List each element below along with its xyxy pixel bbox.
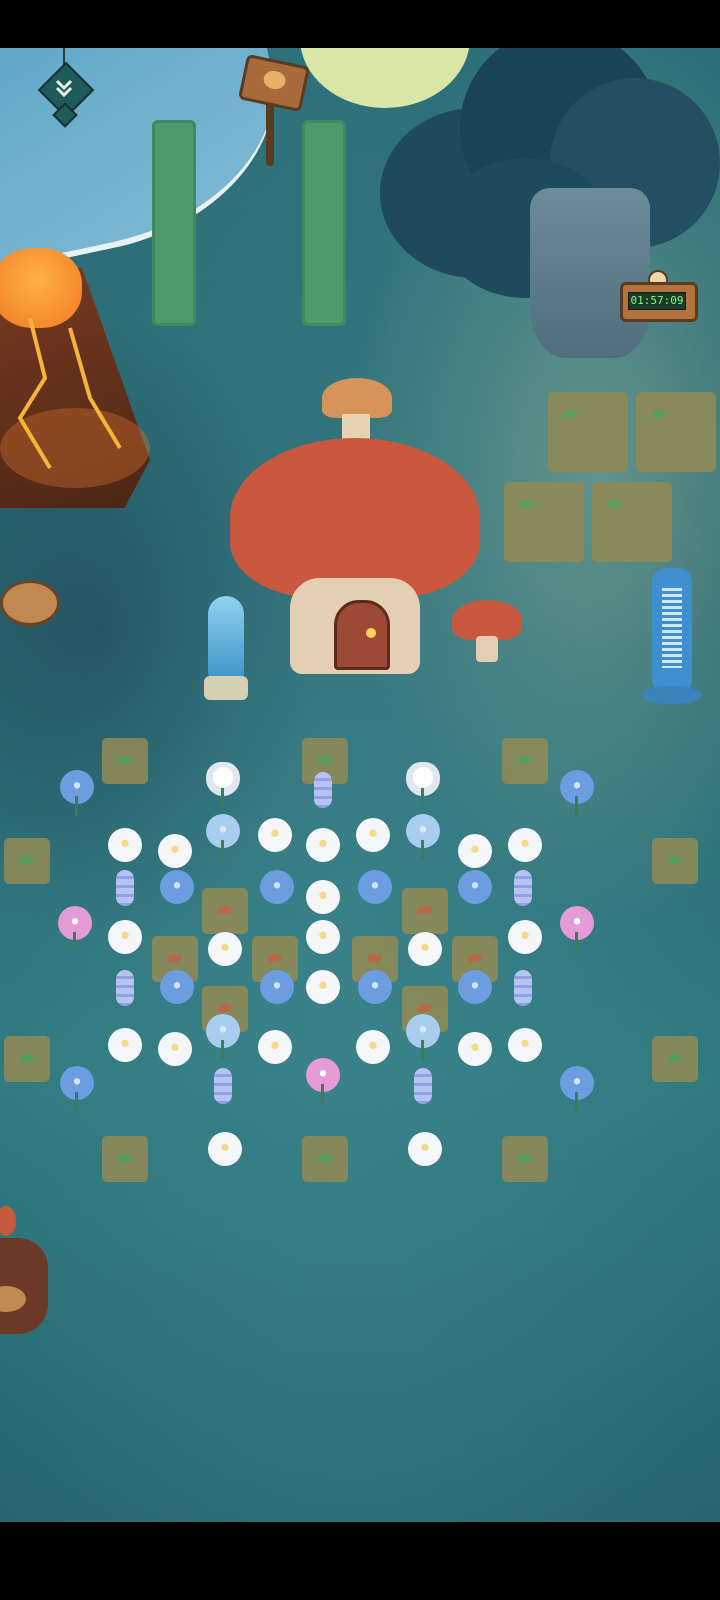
pumpkin-volcano[interactable] bbox=[0, 208, 150, 528]
white-flower[interactable] bbox=[258, 818, 292, 852]
hyacinth-flower[interactable] bbox=[514, 870, 532, 906]
soil-pad[interactable] bbox=[202, 888, 248, 934]
white-flower[interactable] bbox=[108, 828, 142, 862]
white-flower[interactable] bbox=[458, 1032, 492, 1066]
white-flower[interactable] bbox=[356, 818, 390, 852]
white-flower[interactable] bbox=[508, 828, 542, 862]
plot-square[interactable] bbox=[548, 392, 628, 472]
blue-rose-flower[interactable] bbox=[160, 970, 194, 1004]
white-flower[interactable] bbox=[108, 920, 142, 954]
pink-flower[interactable] bbox=[58, 906, 92, 952]
white-flower[interactable] bbox=[306, 880, 340, 914]
pink-flower[interactable] bbox=[306, 1058, 340, 1104]
small-mushroom[interactable] bbox=[452, 600, 522, 670]
timer-display: 01:57:09 bbox=[628, 292, 686, 310]
blue-rose-flower[interactable] bbox=[60, 770, 94, 816]
pumpkin-icon bbox=[0, 248, 82, 328]
white-flower[interactable] bbox=[458, 834, 492, 868]
hedge-right bbox=[302, 120, 346, 326]
soil-pad[interactable] bbox=[652, 838, 698, 884]
white-flower[interactable] bbox=[208, 1132, 242, 1166]
blue-rose-flower[interactable] bbox=[458, 870, 492, 904]
garden-scene[interactable]: 01:57:09 bbox=[0, 48, 720, 1522]
white-flower[interactable] bbox=[158, 834, 192, 868]
blue-rose-flower[interactable] bbox=[560, 770, 594, 816]
soil-pad[interactable] bbox=[302, 1136, 348, 1182]
white-flower[interactable] bbox=[306, 828, 340, 862]
pale-blue-flower[interactable] bbox=[206, 814, 240, 860]
hyacinth-flower[interactable] bbox=[116, 870, 134, 906]
hyacinth-flower[interactable] bbox=[314, 772, 332, 808]
soil-pad[interactable] bbox=[402, 888, 448, 934]
white-flower[interactable] bbox=[408, 932, 442, 966]
navigation-bar bbox=[0, 1522, 720, 1600]
soil-pad[interactable] bbox=[4, 838, 50, 884]
white-tulip-flower[interactable] bbox=[206, 762, 240, 808]
soil-pad[interactable] bbox=[502, 738, 548, 784]
pale-blue-flower[interactable] bbox=[206, 1014, 240, 1060]
white-flower[interactable] bbox=[508, 1028, 542, 1062]
blue-rose-flower[interactable] bbox=[60, 1066, 94, 1112]
white-tulip-flower[interactable] bbox=[406, 762, 440, 808]
willow-tree bbox=[380, 48, 720, 388]
status-bar bbox=[0, 0, 720, 48]
lava-lamp[interactable] bbox=[204, 596, 248, 700]
house-door[interactable] bbox=[334, 600, 390, 670]
plot-square[interactable] bbox=[592, 482, 672, 562]
pale-blue-flower[interactable] bbox=[406, 814, 440, 860]
soil-pad[interactable] bbox=[4, 1036, 50, 1082]
soil-pad[interactable] bbox=[502, 1136, 548, 1182]
double-chevron-down-icon bbox=[55, 79, 73, 98]
white-flower[interactable] bbox=[356, 1030, 390, 1064]
blue-rose-flower[interactable] bbox=[458, 970, 492, 1004]
plot-square[interactable] bbox=[504, 482, 584, 562]
wooden-signpost-icon bbox=[237, 53, 311, 113]
white-flower[interactable] bbox=[108, 1028, 142, 1062]
white-flower[interactable] bbox=[508, 920, 542, 954]
blue-rose-flower[interactable] bbox=[260, 870, 294, 904]
menu-button[interactable] bbox=[37, 48, 95, 128]
blue-rose-flower[interactable] bbox=[160, 870, 194, 904]
signpost[interactable] bbox=[237, 53, 311, 166]
white-flower[interactable] bbox=[258, 1030, 292, 1064]
blue-rose-flower[interactable] bbox=[260, 970, 294, 1004]
white-flower[interactable] bbox=[208, 932, 242, 966]
blue-rose-flower[interactable] bbox=[358, 970, 392, 1004]
soil-pad[interactable] bbox=[652, 1036, 698, 1082]
tower-fan[interactable] bbox=[642, 568, 702, 708]
hedge-left bbox=[152, 120, 196, 326]
white-flower[interactable] bbox=[306, 920, 340, 954]
white-flower[interactable] bbox=[408, 1132, 442, 1166]
pink-flower[interactable] bbox=[560, 906, 594, 952]
timer-sign[interactable]: 01:57:09 bbox=[620, 270, 698, 322]
white-flower[interactable] bbox=[158, 1032, 192, 1066]
tree-stump bbox=[0, 580, 60, 626]
basket[interactable] bbox=[0, 1206, 50, 1338]
hyacinth-flower[interactable] bbox=[514, 970, 532, 1006]
pale-blue-flower[interactable] bbox=[406, 1014, 440, 1060]
blue-rose-flower[interactable] bbox=[358, 870, 392, 904]
hyacinth-flower[interactable] bbox=[214, 1068, 232, 1104]
soil-pad[interactable] bbox=[102, 1136, 148, 1182]
plot-square[interactable] bbox=[636, 392, 716, 472]
hyacinth-flower[interactable] bbox=[116, 970, 134, 1006]
mushroom-house[interactable] bbox=[230, 378, 490, 698]
white-flower[interactable] bbox=[306, 970, 340, 1004]
hyacinth-flower[interactable] bbox=[414, 1068, 432, 1104]
soil-pad[interactable] bbox=[102, 738, 148, 784]
blue-rose-flower[interactable] bbox=[560, 1066, 594, 1112]
